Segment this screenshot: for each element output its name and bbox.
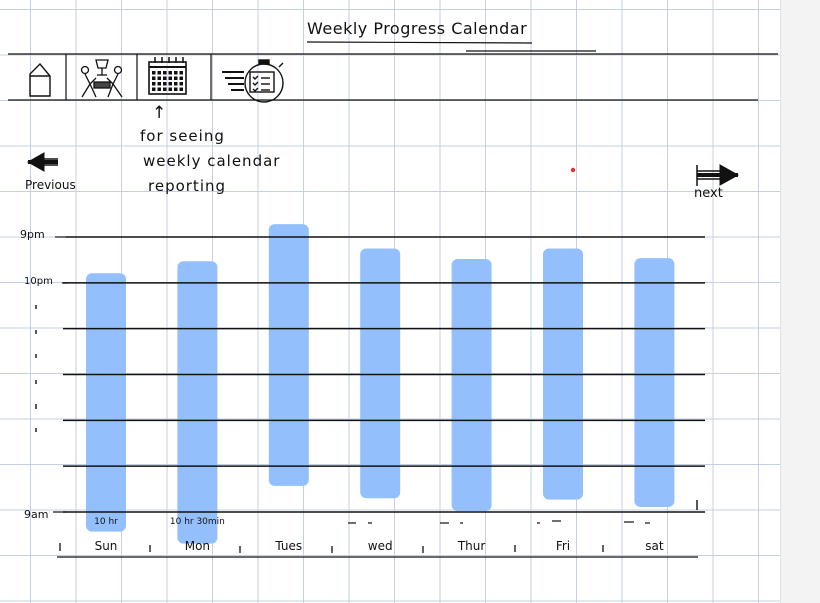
- day-label-wed: wed: [367, 539, 393, 553]
- bar-wed[interactable]: [360, 248, 401, 499]
- day-label-sat: sat: [645, 539, 664, 553]
- day-label-fri: Fri: [555, 539, 571, 553]
- right-arrow-icon[interactable]: [696, 164, 740, 186]
- red-dot: [570, 167, 576, 173]
- bar-sat[interactable]: [634, 258, 675, 507]
- y-label-bottom: 9am: [24, 508, 49, 521]
- previous-label[interactable]: Previous: [25, 178, 76, 192]
- page-margin: [780, 0, 820, 603]
- annotation-line-2: weekly calendar: [143, 152, 281, 170]
- y-label-second: 10pm: [24, 276, 53, 287]
- day-label-mon: Mon: [184, 539, 211, 553]
- sketch-canvas: [8, 41, 778, 558]
- duration-label-sun: 10 hr: [94, 517, 118, 527]
- next-label[interactable]: next: [694, 186, 723, 201]
- bar-sun[interactable]: [86, 273, 126, 532]
- duration-label-mon: 10 hr 30min: [169, 517, 225, 527]
- day-label-sun: Sun: [94, 539, 118, 553]
- day-label-tues: Tues: [275, 539, 303, 553]
- bar-tues[interactable]: [268, 224, 309, 486]
- bar-mon[interactable]: [177, 261, 218, 544]
- left-arrow-icon[interactable]: [26, 152, 58, 172]
- annotation-arrow: ↑: [152, 103, 167, 123]
- home-icon[interactable]: [29, 62, 51, 97]
- fast-stopwatch-icon[interactable]: [222, 59, 284, 103]
- y-label-top: 9pm: [20, 228, 45, 241]
- day-label-thur: Thur: [457, 539, 486, 553]
- annotation-line-3: reporting: [148, 177, 227, 195]
- annotation-line-1: for seeing: [140, 127, 225, 145]
- teamwork-trophy-icon[interactable]: [80, 59, 123, 98]
- calendar-icon[interactable]: [148, 57, 187, 95]
- bar-thur[interactable]: [451, 258, 492, 512]
